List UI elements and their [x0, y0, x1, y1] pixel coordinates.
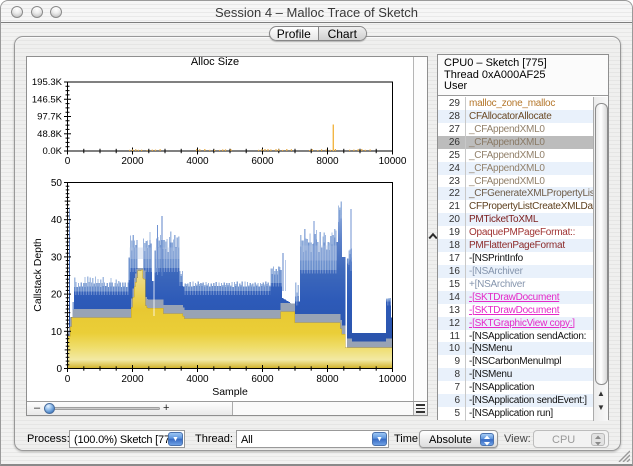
svg-text:0: 0 [65, 374, 71, 385]
svg-text:48.8K: 48.8K [37, 129, 62, 140]
svg-text:0: 0 [56, 364, 62, 375]
svg-text:Sample: Sample [212, 386, 248, 398]
svg-text:195.3K: 195.3K [32, 77, 63, 88]
svg-text:8000: 8000 [316, 156, 339, 167]
svg-text:2000: 2000 [121, 374, 144, 385]
svg-text:0.0K: 0.0K [42, 146, 62, 157]
svg-text:10000: 10000 [379, 374, 407, 385]
svg-text:40: 40 [51, 215, 63, 226]
svg-text:0: 0 [65, 156, 71, 167]
svg-text:2000: 2000 [121, 156, 144, 167]
svg-text:97.7K: 97.7K [37, 112, 62, 123]
svg-text:146.5K: 146.5K [32, 95, 63, 106]
svg-text:6000: 6000 [251, 156, 274, 167]
svg-text:6000: 6000 [251, 374, 274, 385]
svg-text:Callstack Depth: Callstack Depth [32, 238, 44, 312]
svg-text:20: 20 [51, 290, 63, 301]
svg-text:10: 10 [51, 327, 63, 338]
svg-text:10000: 10000 [379, 156, 407, 167]
svg-text:50: 50 [51, 178, 63, 189]
svg-text:30: 30 [51, 252, 63, 263]
svg-text:4000: 4000 [186, 374, 209, 385]
svg-text:4000: 4000 [186, 156, 209, 167]
svg-text:Alloc Size: Alloc Size [191, 56, 239, 68]
svg-text:8000: 8000 [316, 374, 339, 385]
